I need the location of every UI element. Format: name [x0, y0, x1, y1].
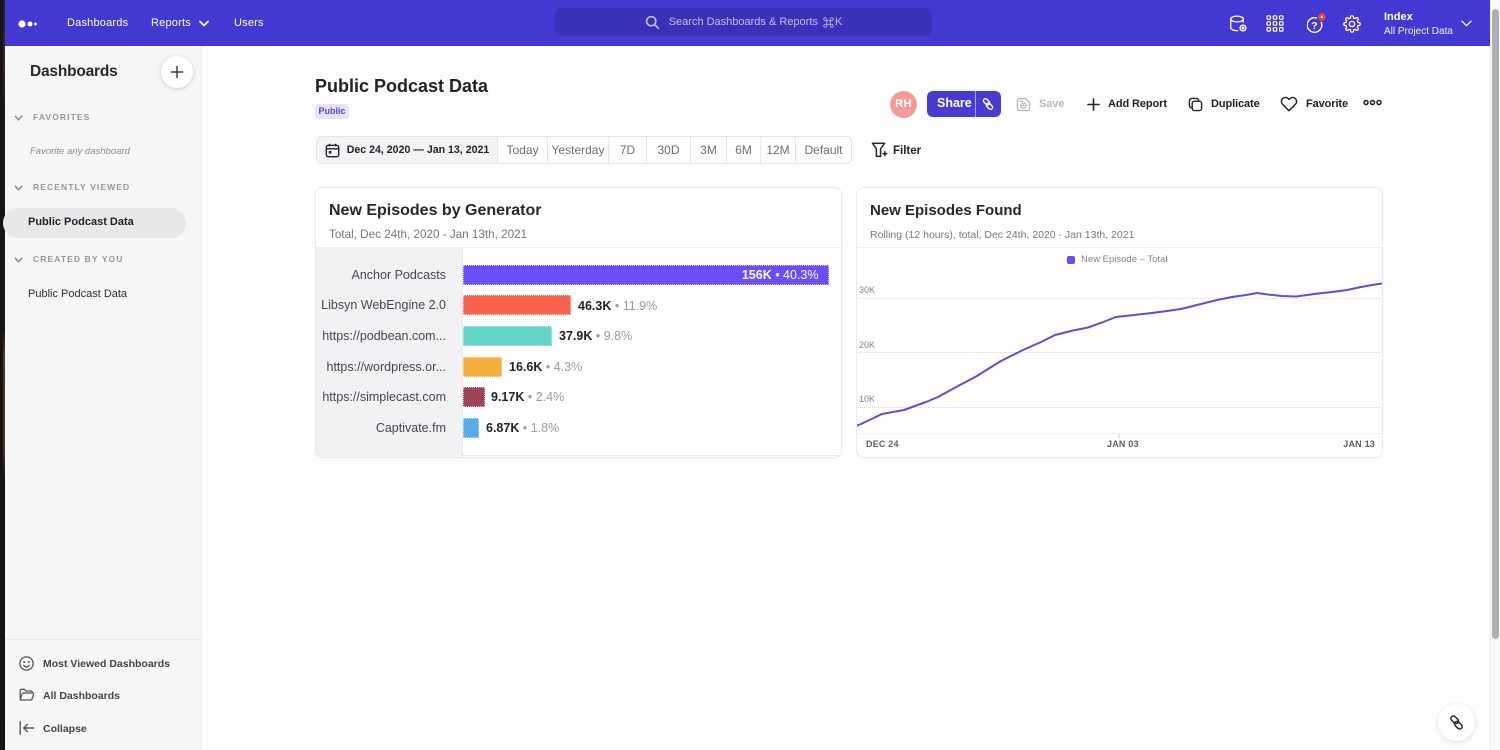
svg-text:?: ?	[1311, 20, 1317, 32]
